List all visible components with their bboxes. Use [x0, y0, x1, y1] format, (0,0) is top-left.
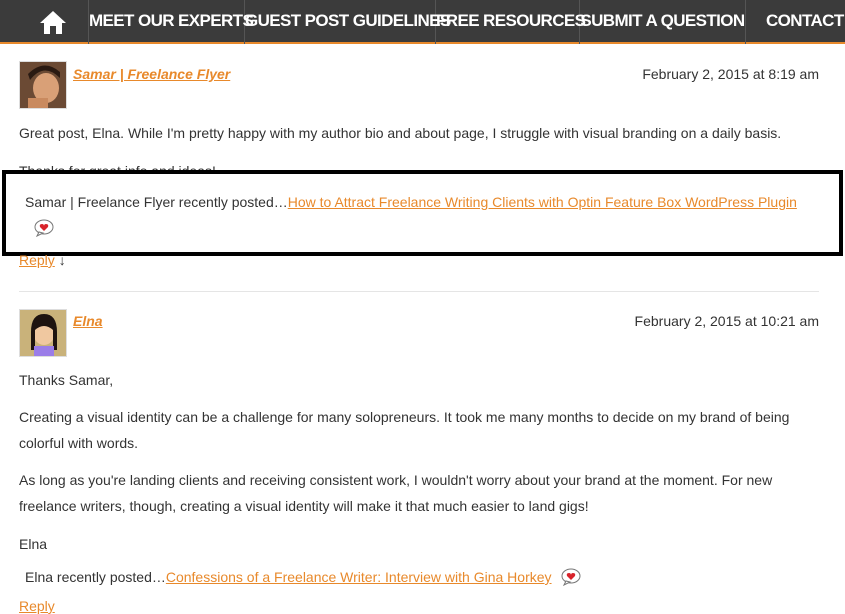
highlight-box: Samar | Freelance Flyer recently posted…… — [2, 170, 843, 256]
speech-bubble-icon[interactable] — [34, 219, 54, 242]
comment-author-link[interactable]: Elna — [73, 313, 103, 329]
reply-link[interactable]: Reply — [19, 598, 55, 614]
home-icon — [39, 11, 66, 34]
recent-post-prefix: Elna recently posted… — [25, 569, 166, 586]
nav-guest-post-guidelines[interactable]: GUEST POST GUIDELINES — [245, 0, 451, 44]
nav-meet-experts[interactable]: MEET OUR EXPERTS — [89, 0, 254, 44]
avatar-elna — [20, 310, 66, 356]
comment-divider — [19, 291, 819, 292]
speech-bubble-icon[interactable] — [561, 568, 581, 589]
nav-submit-question[interactable]: SUBMIT A QUESTION — [580, 0, 746, 44]
comment-text: Thanks Samar, — [19, 372, 114, 388]
recent-post-link[interactable]: Confessions of a Freelance Writer: Inter… — [166, 569, 552, 585]
reply-link[interactable]: Reply — [19, 252, 55, 268]
home-button[interactable] — [17, 0, 89, 44]
top-nav: MEET OUR EXPERTS GUEST POST GUIDELINES F… — [0, 0, 845, 44]
recent-post-line: Samar | Freelance Flyer recently posted…… — [25, 194, 797, 210]
comment-text: Great post, Elna. While I'm pretty happy… — [19, 125, 782, 141]
comment-date[interactable]: February 2, 2015 at 10:21 am — [635, 313, 819, 329]
avatar — [19, 309, 67, 357]
nav-free-resources[interactable]: FREE RESOURCES — [436, 0, 586, 44]
comment-text: Elna — [19, 536, 48, 552]
comment-text: As long as you're landing clients and re… — [19, 472, 773, 514]
reply-arrow-icon: ↓ — [58, 252, 66, 268]
reply-row: Reply — [19, 598, 55, 614]
avatar — [19, 61, 67, 109]
reply-row: Reply ↓ — [19, 252, 66, 268]
nav-contact-us[interactable]: CONTACT US — [746, 0, 845, 44]
avatar-samar — [20, 62, 66, 108]
recent-post-link[interactable]: How to Attract Freelance Writing Clients… — [288, 194, 797, 210]
comment-date[interactable]: February 2, 2015 at 8:19 am — [642, 66, 819, 82]
recent-post-prefix: Samar | Freelance Flyer recently posted… — [25, 194, 288, 210]
comment-text: Creating a visual identity can be a chal… — [19, 409, 790, 451]
recent-post-line: Elna recently posted…Confessions of a Fr… — [25, 568, 581, 589]
comment-author-link[interactable]: Samar | Freelance Flyer — [73, 66, 230, 82]
